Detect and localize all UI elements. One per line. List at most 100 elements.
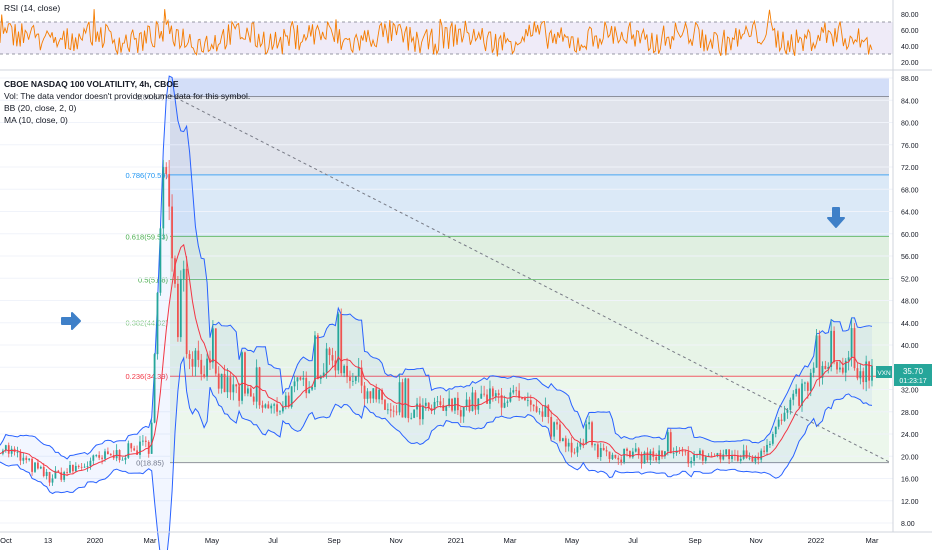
fib-zone: [170, 174, 889, 237]
candle-body: [299, 377, 302, 380]
candle-body: [751, 457, 754, 462]
candle-body: [661, 450, 663, 457]
fib-zone: [170, 279, 889, 323]
candle-body: [459, 410, 462, 417]
candle-body: [614, 454, 617, 458]
candle-body: [354, 376, 357, 381]
candle-body: [197, 350, 200, 360]
bb-legend: BB (20, close, 2, 0): [4, 103, 77, 113]
candle-body: [421, 405, 424, 420]
candle-body: [626, 448, 628, 451]
candle-body: [594, 444, 596, 446]
candle-body: [284, 395, 287, 407]
candle-body: [824, 365, 827, 370]
candle-body: [456, 397, 459, 411]
candle-body: [722, 454, 725, 460]
candle-body: [833, 330, 835, 363]
candle-body: [95, 455, 98, 456]
time-tick-label: Nov: [749, 536, 763, 545]
candle-body: [369, 391, 372, 399]
candle-body: [115, 450, 118, 459]
candle-body: [293, 381, 296, 387]
candle-body: [445, 406, 448, 411]
main-legend: CBOE NASDAQ 100 VOLATILITY, 4h, CBOE Vol…: [4, 79, 250, 125]
candle-body: [669, 432, 672, 454]
candle-body: [806, 382, 809, 391]
symbol-tag-label: VXN: [877, 370, 891, 377]
volume-note: Vol: The data vendor doesn't provide vol…: [4, 91, 251, 101]
candle-body: [596, 444, 599, 457]
candle-body: [28, 458, 31, 460]
candle-body: [410, 417, 413, 419]
candle-body: [521, 398, 523, 399]
candle-body: [774, 426, 777, 435]
ma-legend: MA (10, close, 0): [4, 115, 68, 125]
candle-body: [526, 400, 529, 402]
candle-body: [45, 471, 48, 476]
candle-body: [792, 393, 795, 400]
candle-body: [529, 400, 532, 405]
candle-body: [211, 328, 214, 363]
candle-body: [200, 359, 203, 375]
candle-body: [206, 358, 208, 377]
candle-body: [384, 399, 386, 410]
candle-body: [232, 384, 235, 393]
candle-body: [31, 458, 33, 472]
candle-body: [672, 452, 675, 454]
candle-body: [725, 449, 728, 455]
candle-body: [585, 424, 588, 444]
candle-body: [646, 452, 649, 461]
candle-body: [328, 348, 331, 356]
candle-body: [547, 405, 550, 417]
candle-body: [191, 358, 194, 367]
candle-body: [693, 455, 696, 461]
time-tick-label: May: [205, 536, 219, 545]
candle-body: [841, 367, 844, 373]
candle-body: [86, 466, 89, 467]
candle-body: [506, 401, 509, 403]
price-tick-label: 16.00: [901, 477, 919, 484]
price-tick-label: 56.00: [901, 254, 919, 261]
candle-body: [153, 354, 156, 423]
candle-body: [602, 447, 605, 451]
candle-body: [436, 401, 439, 403]
candle-body: [165, 167, 168, 175]
price-tick-label: 52.00: [901, 276, 919, 283]
candle-body: [535, 406, 538, 412]
candle-body: [401, 382, 404, 418]
candle-body: [22, 457, 25, 461]
time-tick-label: Mar: [504, 536, 517, 545]
price-tick-label: 68.00: [901, 187, 919, 194]
candle-body: [771, 434, 774, 444]
candle-body: [515, 390, 518, 392]
candle-body: [223, 373, 226, 393]
candle-body: [812, 367, 815, 373]
candle-body: [798, 388, 800, 406]
time-tick-label: 2021: [448, 536, 465, 545]
candle-body: [244, 352, 246, 394]
candle-body: [605, 450, 608, 452]
candle-body: [226, 377, 229, 393]
candle-body: [311, 386, 313, 390]
price-tick-label: 48.00: [901, 299, 919, 306]
time-tick-label: 13: [44, 536, 52, 545]
candle-body: [188, 354, 191, 359]
candle-body: [124, 457, 127, 460]
candle-body: [139, 441, 141, 455]
candle-body: [39, 466, 42, 469]
candle-body: [617, 457, 620, 460]
candle-body: [366, 391, 369, 399]
candle-body: [416, 403, 418, 410]
candle-body: [130, 443, 133, 449]
candle-body: [777, 419, 780, 427]
candle-body: [588, 422, 591, 425]
fib-zone: [170, 96, 889, 175]
candle-body: [483, 393, 486, 395]
candle-body: [37, 462, 39, 469]
candle-body: [512, 390, 515, 393]
candle-body: [795, 388, 798, 394]
candle-body: [474, 392, 477, 410]
candle-body: [559, 424, 561, 441]
candle-body: [276, 404, 278, 412]
candle-body: [142, 440, 144, 442]
